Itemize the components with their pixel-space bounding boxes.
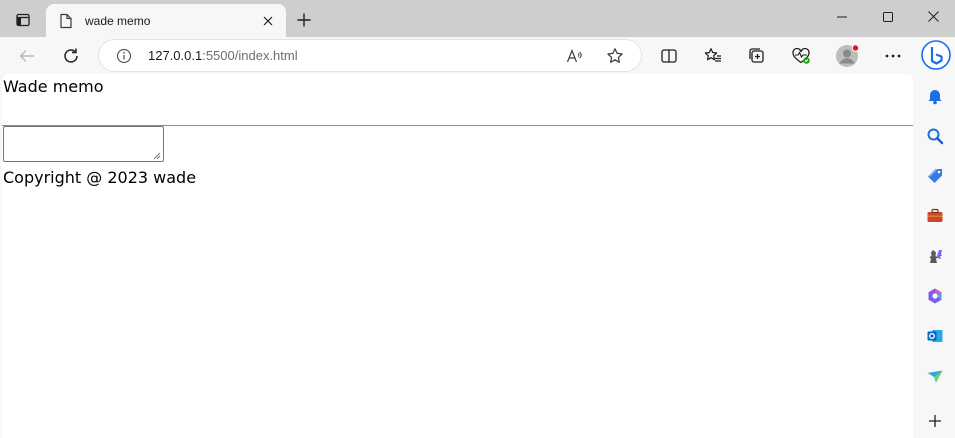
heart-pulse-icon xyxy=(792,47,810,64)
browser-tab[interactable]: wade memo xyxy=(46,4,286,37)
settings-more-button[interactable] xyxy=(878,41,908,71)
site-info-icon[interactable] xyxy=(115,47,133,65)
tab-actions-button[interactable] xyxy=(8,6,38,34)
sidebar-search-button[interactable] xyxy=(922,123,948,149)
page-viewport: Wade memo Copyright @ 2023 wade xyxy=(2,74,913,438)
tools-button[interactable] xyxy=(922,203,948,229)
footer-copyright: Copyright @ 2023 wade xyxy=(3,168,197,187)
address-bar[interactable]: 127.0.0.1:5500/index.html xyxy=(99,40,641,71)
tools-icon xyxy=(927,208,943,222)
plus-icon xyxy=(297,13,311,27)
maximize-icon xyxy=(883,11,893,22)
new-tab-button[interactable] xyxy=(290,7,318,33)
split-screen-icon xyxy=(661,49,677,63)
favorites-list-icon xyxy=(704,48,721,62)
url-path: :5500/index.html xyxy=(202,48,298,63)
address-url[interactable]: 127.0.0.1:5500/index.html xyxy=(148,48,298,63)
shopping-button[interactable] xyxy=(922,163,948,189)
office-icon xyxy=(928,288,942,304)
url-host: 127.0.0.1 xyxy=(148,48,203,63)
notifications-icon xyxy=(928,90,942,105)
browser-essentials-button[interactable] xyxy=(786,41,816,71)
outlook-icon xyxy=(927,330,943,342)
read-aloud-icon[interactable] xyxy=(564,45,586,67)
notifications-button[interactable] xyxy=(922,83,948,109)
favorites-button[interactable] xyxy=(698,41,728,71)
tab-close-icon[interactable] xyxy=(258,11,278,31)
refresh-button[interactable] xyxy=(56,41,86,71)
minimize-icon xyxy=(837,16,847,17)
minimize-button[interactable] xyxy=(819,0,865,33)
maximize-button[interactable] xyxy=(865,0,911,33)
shopping-icon xyxy=(928,169,942,183)
refresh-icon xyxy=(64,48,78,63)
games-icon xyxy=(929,250,942,263)
outlook-button[interactable] xyxy=(922,323,948,349)
split-screen-button[interactable] xyxy=(654,41,684,71)
favorite-star-icon[interactable] xyxy=(604,45,626,67)
bing-copilot-button[interactable] xyxy=(920,39,952,71)
close-icon xyxy=(927,11,939,22)
back-arrow-icon xyxy=(19,50,34,62)
close-window-button[interactable] xyxy=(910,0,955,33)
more-horizontal-icon xyxy=(885,54,901,58)
drop-icon xyxy=(927,370,943,383)
collections-button[interactable] xyxy=(742,41,772,71)
memo-textarea[interactable] xyxy=(3,126,164,162)
add-icon xyxy=(929,415,941,427)
add-sidebar-app-button[interactable] xyxy=(922,408,948,434)
page-title: Wade memo xyxy=(3,77,104,96)
tab-strip: wade memo xyxy=(0,0,955,37)
drop-button[interactable] xyxy=(922,363,948,389)
avatar-icon xyxy=(836,44,860,67)
resize-grip-icon[interactable] xyxy=(153,152,161,160)
bing-icon xyxy=(921,40,951,70)
tab-title: wade memo xyxy=(85,13,151,28)
edge-sidebar xyxy=(914,74,955,438)
search-icon xyxy=(927,128,944,145)
browser-toolbar: 127.0.0.1:5500/index.html xyxy=(0,37,955,74)
games-button[interactable] xyxy=(922,243,948,269)
office-button[interactable] xyxy=(922,283,948,309)
back-button[interactable] xyxy=(12,41,42,71)
tab-actions-icon xyxy=(16,13,30,27)
collections-icon xyxy=(749,48,764,63)
profile-button[interactable] xyxy=(832,41,862,71)
document-icon xyxy=(58,13,74,29)
